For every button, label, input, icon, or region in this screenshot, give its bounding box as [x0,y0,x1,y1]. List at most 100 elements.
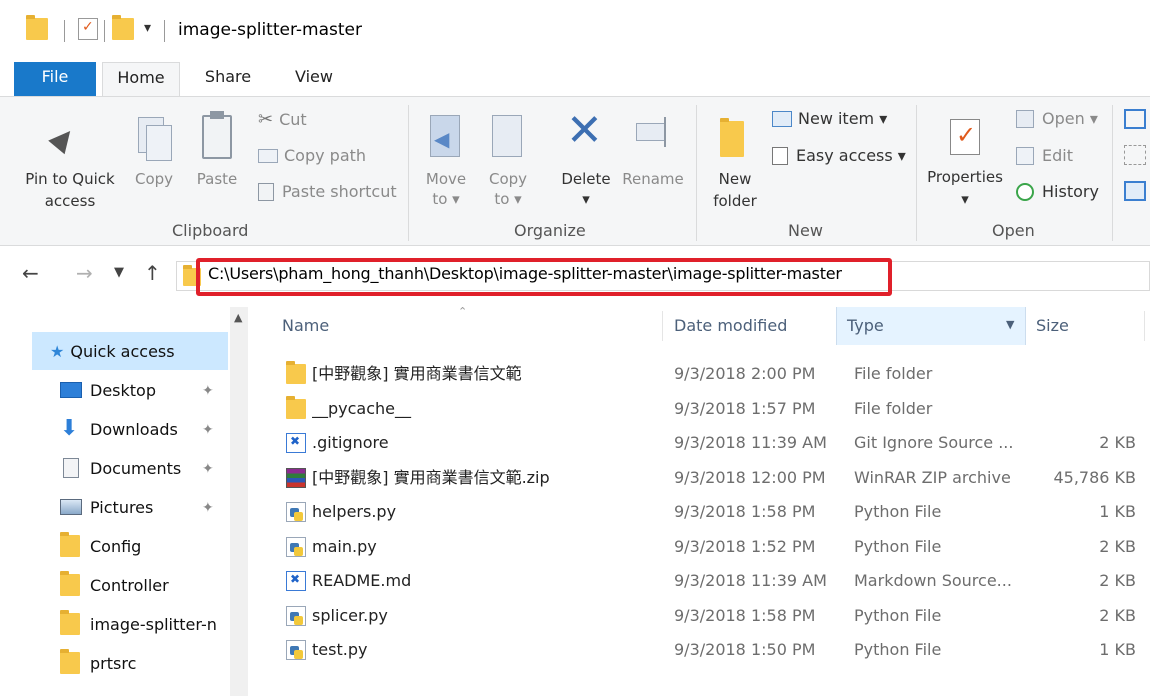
move-to-button[interactable]: ◀ Move to ▾ [418,111,474,215]
customize-toolbar-icon[interactable]: ▾ [144,20,151,36]
copy-path-label: Copy path [284,146,367,165]
table-row[interactable]: __pycache__ 9/3/2018 1:57 PM File folder [248,392,1150,426]
python-file-icon [286,605,306,626]
type-filter-chevron-icon[interactable]: ▼ [1006,318,1014,331]
table-row[interactable]: README.md 9/3/2018 11:39 AM Markdown Sourc… [248,564,1150,598]
column-header-size[interactable]: Size [1036,307,1136,345]
table-row[interactable]: helpers.py 9/3/2018 1:58 PM Python File 1 K… [248,495,1150,529]
file-date-modified: 9/3/2018 2:00 PM [674,364,816,383]
tab-share[interactable]: Share [190,62,266,96]
easy-access-button[interactable]: Easy access ▾ [772,146,906,165]
python-file-icon [286,502,306,522]
pin-icon[interactable]: ✦ [202,383,214,399]
select-all-icon[interactable] [1124,109,1146,129]
new-group-label: New [788,221,823,240]
table-row[interactable]: splicer.py 9/3/2018 1:58 PM Python File 2 K… [248,599,1150,633]
properties-check-icon[interactable]: ✓ [78,18,98,40]
copy-button[interactable]: Copy [128,111,180,215]
file-name: README.md [312,571,412,590]
file-date-modified: 9/3/2018 1:57 PM [674,398,816,418]
paste-shortcut-button[interactable]: Paste shortcut [258,182,397,201]
nav-item-controller[interactable]: Controller [60,566,256,604]
nav-item-downloads[interactable]: ⬇ Downloads [60,410,256,448]
history-button[interactable]: History [1016,182,1099,201]
file-type: Markdown Source... [854,571,1012,590]
properties-button[interactable]: ✓ Properties ▾ [922,111,1008,215]
move-arrow-icon: ◀ [434,127,450,151]
file-date-modified: 9/3/2018 1:58 PM [674,605,816,625]
recent-locations-chevron-icon[interactable]: ▼ [114,265,124,280]
file-date-modified: 9/3/2018 11:39 AM [674,433,827,452]
star-icon: ★ [50,341,65,361]
tab-view[interactable]: View [276,62,352,96]
nav-item-prtsrc[interactable]: prtsrc [60,644,256,682]
file-name: __pycache__ [312,398,412,418]
nav-item-documents[interactable]: Documents [60,449,256,487]
pin-icon[interactable]: ✦ [202,461,214,477]
rename-button[interactable]: Rename [620,111,686,215]
quick-access-item[interactable]: ★ Quick access [32,332,228,370]
nav-item-label: Config [90,536,142,556]
column-header-name[interactable]: Name [282,307,662,345]
copy-to-button[interactable]: Copy to ▾ [480,111,536,215]
folder-icon [286,361,306,384]
ribbon-tabs: File Home Share View [0,62,1150,96]
copy-path-button[interactable]: Copy path [258,146,366,165]
forward-arrow-icon[interactable]: → [76,261,93,285]
history-icon [1016,182,1034,201]
properties-check-mark-icon: ✓ [956,121,977,149]
column-header-type[interactable]: Type [836,307,1026,345]
address-path[interactable]: C:\Users\pham_hong_thanh\Desktop\image-s… [208,264,842,283]
file-date-modified: 9/3/2018 1:52 PM [674,536,816,556]
nav-item-desktop[interactable]: Desktop [60,371,256,409]
new-item-button[interactable]: New item ▾ [772,109,887,128]
history-label: History [1042,182,1099,201]
up-arrow-icon[interactable]: ↑ [144,261,161,285]
folder-icon [60,571,80,596]
file-name: .gitignore [312,433,389,452]
pin-label-line1: Pin to Quick [25,170,115,188]
open-button[interactable]: Open ▾ [1016,109,1098,128]
pin-icon: ▲ [45,117,84,158]
vscode-file-icon [286,433,306,453]
table-row[interactable]: [中野觀象] 實用商業書信文範 9/3/2018 2:00 PM File fold… [248,357,1150,391]
open-icon [1016,109,1034,128]
edit-button[interactable]: Edit [1016,146,1073,165]
nav-item-config[interactable]: Config [60,527,256,565]
pictures-icon [60,499,82,515]
file-list: ⌃ Name Date modified Type ▼ Size [中野觀象] … [248,305,1150,696]
navigation-pane-scrollbar[interactable]: ▲ [230,307,248,696]
pin-icon[interactable]: ✦ [202,500,214,516]
column-header-date-modified[interactable]: Date modified [674,307,834,345]
tab-home[interactable]: Home [102,62,180,96]
tab-file[interactable]: File [14,62,96,96]
file-size: 45,786 KB [1053,467,1136,487]
scroll-up-icon[interactable]: ▲ [234,311,242,324]
table-row[interactable]: main.py 9/3/2018 1:52 PM Python File 2 KB [248,530,1150,564]
copy-path-icon [258,148,278,163]
nav-item-image-splitter[interactable]: image-splitter-n [60,605,226,643]
new-folder-button[interactable]: New folder [706,111,764,215]
clipboard-group-label: Clipboard [172,221,249,240]
invert-selection-icon[interactable] [1124,181,1146,201]
delete-dropdown-icon[interactable]: ▾ [556,189,616,209]
open-label: Open ▾ [1042,109,1098,128]
properties-dropdown-icon[interactable]: ▾ [922,189,1008,209]
table-row[interactable]: test.py 9/3/2018 1:50 PM Python File 1 KB [248,633,1150,667]
new-folder-label-line2: folder [713,192,757,210]
delete-button[interactable]: ✕ Delete ▾ [556,105,616,215]
pin-icon[interactable]: ✦ [202,422,214,438]
copy-icon-front [146,125,172,161]
copy-label: Copy [134,170,174,188]
nav-item-pictures[interactable]: Pictures [60,488,256,526]
pin-to-quick-access-button[interactable]: ▲ Pin to Quick access [18,111,122,215]
file-size: 1 KB [1099,502,1136,521]
back-arrow-icon[interactable]: ← [22,261,39,285]
table-row[interactable]: .gitignore 9/3/2018 11:39 AM Git Ignore So… [248,426,1150,460]
nav-item-label: Controller [90,575,169,595]
cut-button[interactable]: ✂ Cut [258,109,307,130]
select-none-icon[interactable] [1124,145,1146,165]
table-row[interactable]: [中野觀象] 實用商業書信文範.zip 9/3/2018 12:00 PM WinR… [248,461,1150,495]
new-folder-icon[interactable] [112,15,134,40]
paste-button[interactable]: Paste [190,111,244,215]
